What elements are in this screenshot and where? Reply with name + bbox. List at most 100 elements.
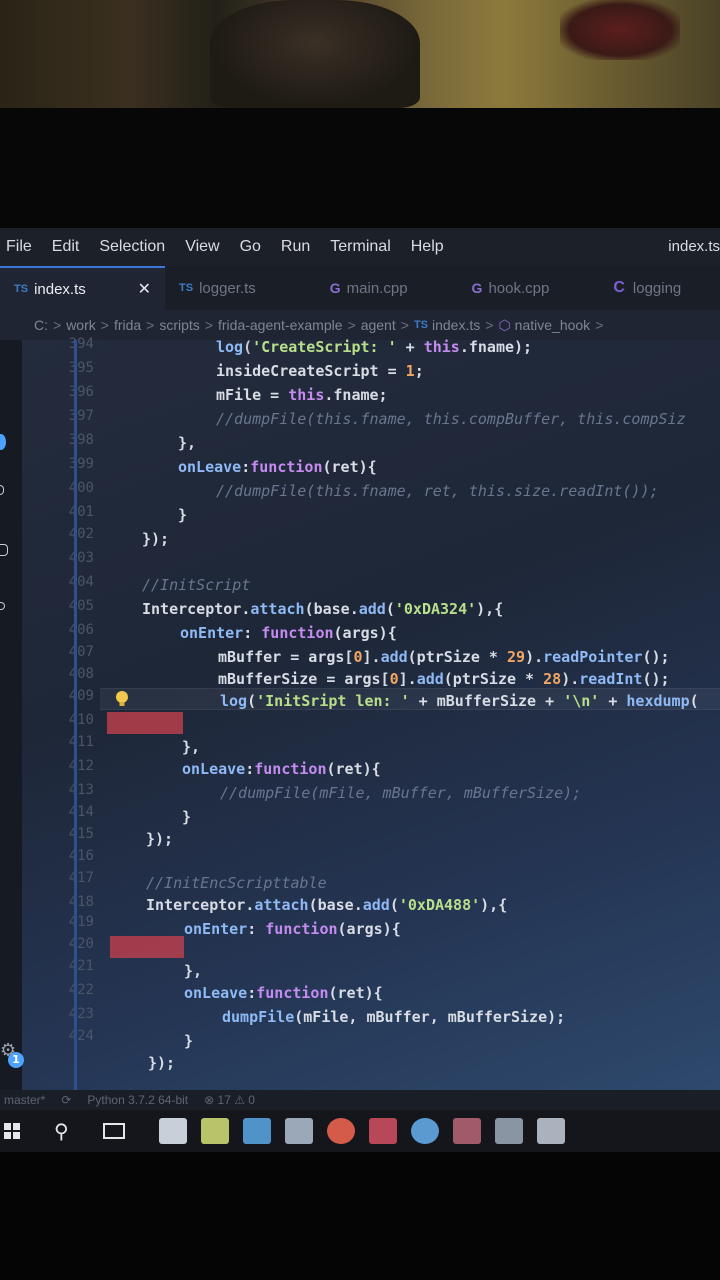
app-red-icon[interactable] [368, 1118, 397, 1144]
line-number: 417 [68, 870, 94, 886]
app-blue-icon[interactable] [410, 1118, 439, 1144]
file-explorer-icon[interactable] [158, 1118, 187, 1144]
lightbulb-icon[interactable] [115, 690, 129, 708]
task-view-icon[interactable] [102, 1123, 125, 1139]
line-number: 408 [68, 666, 94, 682]
problems-count[interactable]: ⊗ 17 ⚠ 0 [204, 1093, 255, 1107]
code-line: onLeave:function(ret){ [182, 760, 381, 778]
close-icon[interactable]: ✕ [138, 279, 151, 299]
code-line: mBufferSize = args[0].add(ptrSize * 28).… [218, 670, 670, 688]
menu-file[interactable]: File [0, 238, 42, 256]
git-branch[interactable]: master* [4, 1093, 45, 1107]
monitor-screen: File Edit Selection View Go Run Terminal… [0, 228, 720, 1152]
typescript-icon: TS [14, 283, 29, 295]
typescript-icon: TS [413, 319, 428, 331]
menu-help[interactable]: Help [401, 238, 454, 256]
app-figure-icon[interactable] [452, 1118, 481, 1144]
explorer-icon[interactable] [0, 544, 8, 556]
menu-terminal[interactable]: Terminal [320, 238, 400, 256]
code-line: //dumpFile(this.fname, this.compBuffer, … [216, 410, 686, 428]
menu-view[interactable]: View [175, 238, 229, 256]
editor-tab-bar: TS index.ts ✕ TS logger.ts G main.cpp G … [0, 266, 720, 310]
tab-label: hook.cpp [488, 279, 550, 297]
code-line: }, [182, 738, 201, 756]
tab-logger-ts[interactable]: TS logger.ts [165, 266, 270, 310]
code-line: onEnter: function(args){ [180, 624, 397, 642]
line-number: 394 [68, 336, 94, 352]
code-line: }, [178, 434, 197, 452]
search-icon[interactable]: ⚲ [54, 1119, 69, 1143]
line-number: 403 [68, 550, 94, 566]
error-marker [110, 936, 184, 958]
breadcrumb-item[interactable]: index.ts [432, 317, 480, 333]
chevron-right-icon: > [595, 317, 604, 333]
line-number: 422 [68, 982, 94, 998]
code-line: //dumpFile(this.fname, ret, this.size.re… [216, 482, 659, 500]
line-number: 415 [68, 826, 94, 842]
app-windows-icon[interactable] [284, 1118, 313, 1144]
python-interpreter[interactable]: Python 3.7.2 64-bit [87, 1093, 188, 1107]
c-icon: C [613, 279, 625, 296]
line-number: 396 [68, 384, 94, 400]
app-window-icon[interactable] [536, 1118, 565, 1144]
breadcrumb-item[interactable]: C: [34, 317, 48, 333]
breadcrumb-item[interactable]: agent [361, 317, 396, 333]
photo-shadow [210, 0, 420, 108]
menu-edit[interactable]: Edit [42, 238, 90, 256]
breadcrumb-item[interactable]: frida [114, 317, 141, 333]
sync-icon[interactable]: ⟳ [61, 1093, 71, 1107]
line-number: 420 [68, 936, 94, 952]
breadcrumb: C: > work > frida > scripts > frida-agen… [0, 310, 720, 340]
breadcrumb-item[interactable]: scripts [159, 317, 199, 333]
line-number: 404 [68, 574, 94, 590]
code-line: //InitEncScripttable [146, 874, 327, 892]
code-line: } [182, 808, 192, 826]
line-number: 414 [68, 804, 94, 820]
chrome-icon[interactable] [326, 1118, 355, 1144]
line-number: 399 [68, 456, 94, 472]
tab-hook-cpp[interactable]: G hook.cpp [422, 266, 564, 310]
tab-index-ts[interactable]: TS index.ts ✕ [0, 266, 165, 310]
menu-selection[interactable]: Selection [89, 238, 175, 256]
background-photo [0, 0, 720, 108]
code-editor[interactable]: ⚙ 1 394 395 396 397 398 399 400 401 402 403 404 405… [0, 336, 720, 1100]
command-prompt-icon[interactable] [494, 1118, 523, 1144]
app-network-icon[interactable] [242, 1118, 271, 1144]
line-number-gutter: 394 395 396 397 398 399 400 401 402 403 404 405 406 4… [22, 336, 94, 1100]
error-marker [107, 712, 183, 734]
code-line: }); [148, 1054, 176, 1072]
line-number: 407 [68, 644, 94, 660]
code-line: mFile = this.fname; [216, 386, 388, 404]
line-number: 400 [68, 480, 94, 496]
line-number: 402 [68, 526, 94, 542]
activity-bar: ⚙ 1 [0, 340, 24, 1100]
tab-logging[interactable]: C logging [563, 266, 695, 310]
breadcrumb-item[interactable]: work [66, 317, 96, 333]
code-line: insideCreateScript = 1; [216, 362, 424, 380]
symbol-cube-icon: ⬡ [498, 316, 511, 333]
code-line: Interceptor.attach(base.add('0xDA488'),{ [146, 896, 508, 914]
run-icon[interactable] [0, 602, 5, 610]
cpp-icon: G [329, 280, 341, 296]
app-chart-icon[interactable] [200, 1118, 229, 1144]
extension-icon[interactable] [0, 485, 4, 495]
line-number: 419 [68, 914, 94, 930]
menu-go[interactable]: Go [230, 238, 271, 256]
remote-indicator-icon[interactable] [0, 434, 6, 450]
photo-object [560, 0, 680, 60]
line-number: 412 [68, 758, 94, 774]
breadcrumb-item[interactable]: frida-agent-example [218, 317, 343, 333]
line-number: 418 [68, 894, 94, 910]
line-number: 397 [68, 408, 94, 424]
breadcrumb-item[interactable]: native_hook [515, 317, 591, 333]
line-number: 405 [68, 598, 94, 614]
menu-run[interactable]: Run [271, 238, 320, 256]
windows-start-icon[interactable] [4, 1123, 20, 1139]
line-number: 413 [68, 782, 94, 798]
tab-main-cpp[interactable]: G main.cpp [270, 266, 422, 310]
code-line: //InitScript [142, 576, 251, 594]
chevron-right-icon: > [347, 317, 356, 333]
monitor-bezel-bottom [0, 1152, 720, 1280]
line-number: 398 [68, 432, 94, 448]
code-line: log('CreateScript: ' + this.fname); [216, 338, 533, 356]
